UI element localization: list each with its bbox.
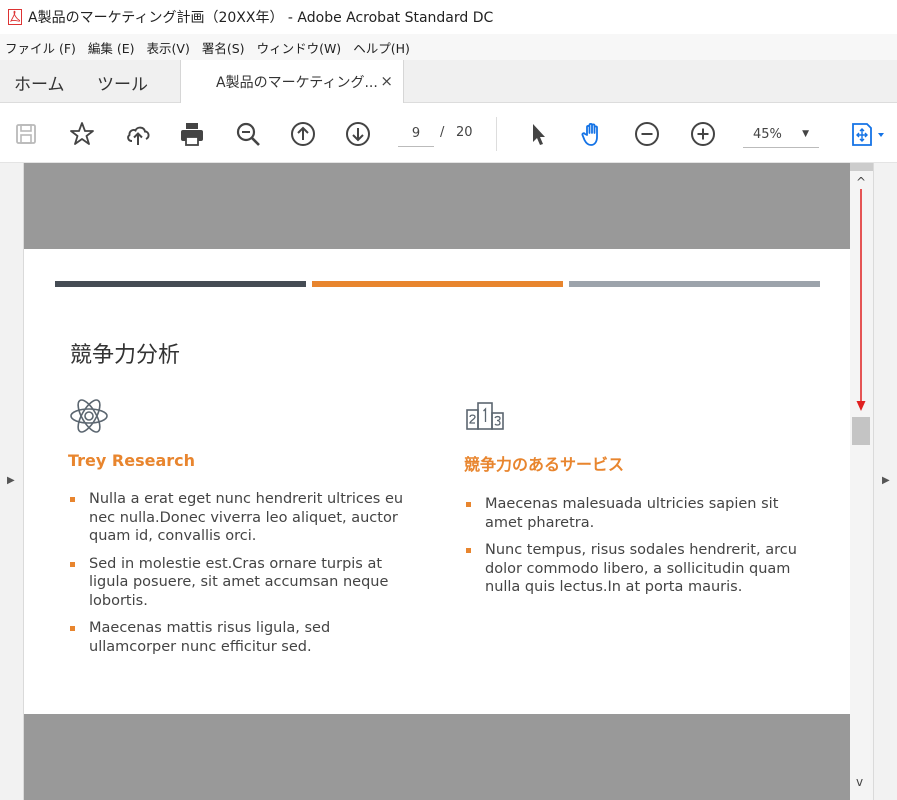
save-icon bbox=[16, 124, 36, 144]
hand-icon bbox=[581, 122, 598, 146]
column-left: Trey Research Nulla a erat eget nunc hen… bbox=[68, 395, 418, 665]
annotation-arrow-icon bbox=[856, 189, 866, 411]
star-icon bbox=[70, 122, 94, 145]
menu-view[interactable]: 表示(V) bbox=[147, 38, 190, 57]
page-total: 20 bbox=[456, 125, 473, 140]
select-cursor-icon bbox=[533, 124, 545, 145]
page-separator: / bbox=[440, 125, 445, 140]
scroll-down-icon[interactable]: v bbox=[856, 775, 863, 789]
chevron-right-icon: ▶ bbox=[7, 475, 15, 486]
next-page-button[interactable] bbox=[342, 118, 374, 150]
zoom-level-value: 45% bbox=[753, 127, 782, 142]
list-item: Nulla a erat eget nunc hendrerit ultrice… bbox=[68, 490, 418, 546]
scrollbar-thumb[interactable] bbox=[852, 417, 870, 445]
decor-bar-orange bbox=[312, 281, 563, 287]
tab-home[interactable]: ホーム bbox=[14, 70, 65, 95]
menu-bar: ファイル (F) 編集 (E) 表示(V) 署名(S) ウィンドウ(W) ヘルプ… bbox=[0, 34, 897, 60]
acrobat-pdf-icon bbox=[8, 9, 22, 25]
page-area: 競争力分析 Trey Research Nulla a erat eget nu… bbox=[24, 163, 850, 800]
previous-page-button[interactable] bbox=[287, 118, 319, 150]
tab-tools[interactable]: ツール bbox=[97, 70, 148, 95]
tab-document[interactable]: A製品のマーケティング... × bbox=[180, 60, 404, 104]
atom-icon bbox=[68, 395, 110, 437]
column-right: 競争力のあるサービス Maecenas malesuada ultricies … bbox=[464, 395, 814, 606]
hand-tool-button[interactable] bbox=[577, 118, 609, 150]
zoom-out-button[interactable] bbox=[631, 118, 663, 150]
list-item: Maecenas malesuada ultricies sapien sit … bbox=[464, 495, 814, 532]
zoom-level-select[interactable]: 45% ▼ bbox=[743, 121, 819, 148]
list-item: Maecenas mattis risus ligula, sed ullamc… bbox=[68, 619, 418, 656]
menu-file[interactable]: ファイル (F) bbox=[5, 38, 76, 57]
print-button[interactable] bbox=[176, 118, 208, 150]
column-right-heading: 競争力のあるサービス bbox=[464, 455, 625, 474]
toolbar-divider bbox=[496, 117, 497, 151]
window-title: A製品のマーケティング計画（20XX年） - Adobe Acrobat Sta… bbox=[28, 10, 494, 26]
toolbar: 9 / 20 45% ▼ bbox=[0, 103, 897, 163]
zoom-in-icon bbox=[691, 122, 715, 146]
zoom-in-button[interactable] bbox=[687, 118, 719, 150]
save-button[interactable] bbox=[10, 118, 42, 150]
list-item: Sed in molestie est.Cras ornare turpis a… bbox=[68, 555, 418, 611]
tab-document-label: A製品のマーケティング... bbox=[216, 75, 378, 91]
podium-icon bbox=[464, 395, 506, 437]
close-tab-icon[interactable]: × bbox=[380, 72, 393, 90]
bookmark-star-button[interactable] bbox=[66, 118, 98, 150]
menu-sign[interactable]: 署名(S) bbox=[202, 38, 245, 57]
document-viewer: ▶ 競争力分析 Trey Research Nulla a erat eget … bbox=[0, 163, 897, 800]
slide-page: 競争力分析 Trey Research Nulla a erat eget nu… bbox=[24, 249, 850, 714]
print-icon bbox=[181, 123, 203, 146]
menu-help[interactable]: ヘルプ(H) bbox=[353, 38, 410, 57]
page-down-icon bbox=[346, 122, 370, 146]
upload-cloud-icon bbox=[127, 126, 150, 145]
column-left-bullets: Nulla a erat eget nunc hendrerit ultrice… bbox=[68, 490, 418, 656]
page-up-icon bbox=[291, 122, 315, 146]
fit-page-icon bbox=[852, 123, 884, 146]
zoom-out-icon bbox=[635, 122, 659, 146]
title-bar: A製品のマーケティング計画（20XX年） - Adobe Acrobat Sta… bbox=[0, 0, 897, 34]
menu-window[interactable]: ウィンドウ(W) bbox=[257, 38, 342, 57]
column-right-bullets: Maecenas malesuada ultricies sapien sit … bbox=[464, 495, 814, 597]
list-item: Nunc tempus, risus sodales hendrerit, ar… bbox=[464, 541, 814, 597]
menu-edit[interactable]: 編集 (E) bbox=[88, 38, 135, 57]
right-panel-toggle[interactable]: ▶ bbox=[873, 163, 897, 800]
left-panel-toggle[interactable]: ▶ bbox=[0, 163, 24, 800]
page-number-input[interactable]: 9 bbox=[398, 121, 434, 147]
fit-page-button[interactable] bbox=[845, 118, 889, 150]
select-tool-button[interactable] bbox=[522, 118, 554, 150]
tab-bar: ホーム ツール A製品のマーケティング... × bbox=[0, 60, 897, 104]
slide-title: 競争力分析 bbox=[70, 343, 181, 368]
decor-bar-dark bbox=[55, 281, 306, 287]
decor-bar-gray bbox=[569, 281, 820, 287]
scrollbar-top-cap bbox=[850, 163, 873, 171]
find-button[interactable] bbox=[232, 118, 264, 150]
column-left-heading: Trey Research bbox=[68, 451, 196, 470]
upload-button[interactable] bbox=[122, 118, 154, 150]
chevron-right-icon: ▶ bbox=[882, 475, 890, 486]
chevron-down-icon: ▼ bbox=[802, 129, 809, 139]
search-zoom-icon bbox=[236, 122, 260, 146]
